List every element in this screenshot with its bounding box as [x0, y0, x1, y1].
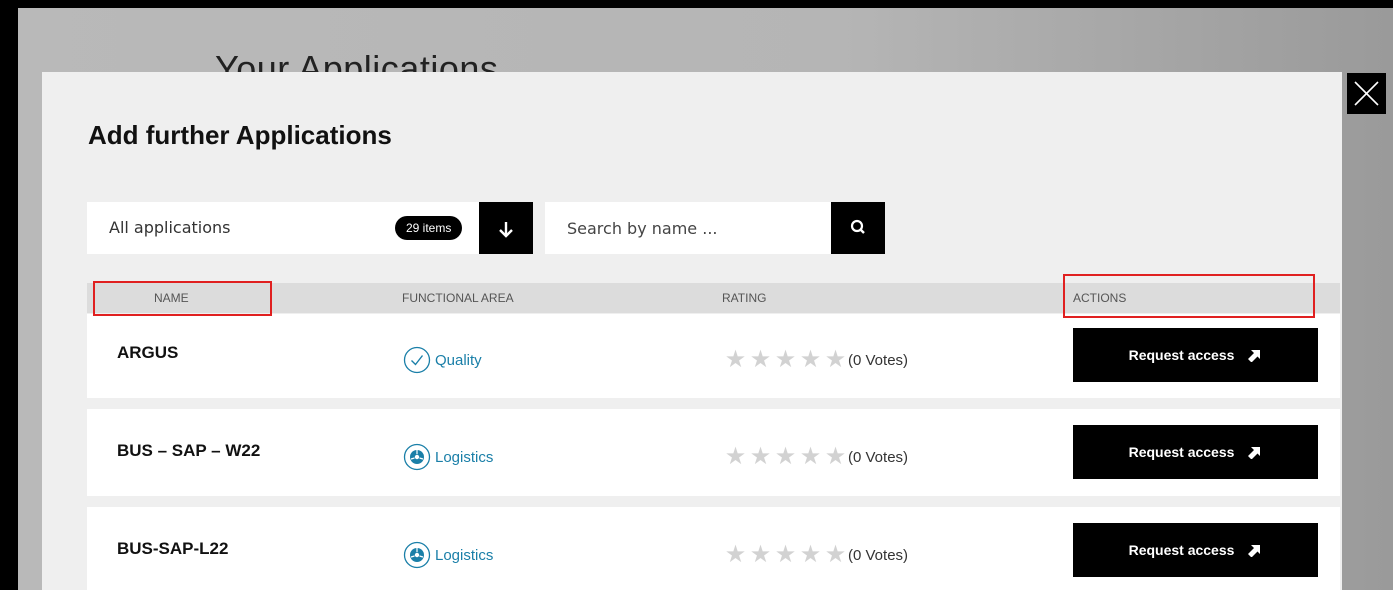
star-icon[interactable]: ★ — [723, 445, 748, 469]
star-icon[interactable]: ★ — [798, 348, 823, 372]
functional-area-label: Logistics — [435, 448, 494, 466]
request-access-label: Request access — [1128, 347, 1235, 363]
table-row: BUS-SAP-L22 Logistics ★ ★ ★ ★ ★ (0 Votes… — [87, 507, 1340, 590]
star-rating[interactable]: ★ ★ ★ ★ ★ (0 Votes) — [723, 543, 908, 567]
external-arrow-icon — [1248, 545, 1261, 557]
vote-count: (0 Votes) — [848, 546, 909, 564]
star-icon[interactable]: ★ — [773, 445, 798, 469]
add-applications-modal: Add further Applications All application… — [42, 72, 1342, 590]
request-access-label: Request access — [1128, 444, 1235, 460]
search-button[interactable] — [831, 202, 885, 254]
vote-count: (0 Votes) — [848, 448, 909, 466]
app-name: BUS – SAP – W22 — [117, 441, 261, 460]
vote-count: (0 Votes) — [848, 351, 909, 369]
highlight-box-actions-column — [1063, 274, 1315, 318]
star-icon[interactable]: ★ — [798, 445, 823, 469]
column-header-rating[interactable]: RATING — [722, 291, 766, 305]
star-icon[interactable]: ★ — [823, 348, 848, 372]
table-row: BUS – SAP – W22 Logistics ★ ★ ★ ★ ★ (0 V… — [87, 409, 1340, 496]
close-icon — [1354, 81, 1379, 106]
check-circle-icon — [403, 346, 431, 374]
functional-area: Quality — [403, 346, 482, 374]
functional-area: Logistics — [403, 443, 493, 471]
star-rating[interactable]: ★ ★ ★ ★ ★ (0 Votes) — [723, 348, 908, 372]
app-name: BUS-SAP-L22 — [117, 539, 229, 558]
close-button[interactable] — [1347, 73, 1386, 114]
modal-title: Add further Applications — [88, 120, 392, 150]
request-access-button[interactable]: Request access — [1073, 425, 1318, 479]
star-icon[interactable]: ★ — [748, 445, 773, 469]
search-icon — [850, 219, 865, 234]
arrow-down-icon — [499, 222, 513, 238]
star-icon[interactable]: ★ — [823, 445, 848, 469]
external-arrow-icon — [1248, 447, 1261, 459]
star-icon[interactable]: ★ — [773, 543, 798, 567]
filter-label: All applications — [109, 218, 231, 237]
functional-area-label: Logistics — [435, 546, 494, 564]
highlight-box-name-column — [93, 281, 272, 316]
request-access-button[interactable]: Request access — [1073, 328, 1318, 382]
search-input[interactable] — [545, 202, 827, 254]
functional-area-label: Quality — [435, 351, 482, 369]
application-filter-dropdown[interactable]: All applications 29 items — [87, 202, 479, 254]
logistics-icon — [403, 443, 431, 471]
column-header-functional-area[interactable]: FUNCTIONAL AREA — [402, 291, 514, 305]
table-row: ARGUS Quality ★ ★ ★ ★ ★ (0 Votes) Reques… — [87, 314, 1340, 398]
sort-button[interactable] — [479, 202, 533, 254]
star-icon[interactable]: ★ — [798, 543, 823, 567]
star-icon[interactable]: ★ — [723, 348, 748, 372]
app-name: ARGUS — [117, 343, 179, 362]
search-field[interactable] — [545, 202, 831, 254]
logistics-icon — [403, 541, 431, 569]
star-rating[interactable]: ★ ★ ★ ★ ★ (0 Votes) — [723, 445, 908, 469]
functional-area: Logistics — [403, 541, 493, 569]
external-arrow-icon — [1248, 350, 1261, 362]
request-access-label: Request access — [1128, 542, 1235, 558]
item-count-badge: 29 items — [395, 216, 463, 240]
star-icon[interactable]: ★ — [748, 348, 773, 372]
star-icon[interactable]: ★ — [723, 543, 748, 567]
request-access-button[interactable]: Request access — [1073, 523, 1318, 577]
star-icon[interactable]: ★ — [773, 348, 798, 372]
star-icon[interactable]: ★ — [748, 543, 773, 567]
star-icon[interactable]: ★ — [823, 543, 848, 567]
